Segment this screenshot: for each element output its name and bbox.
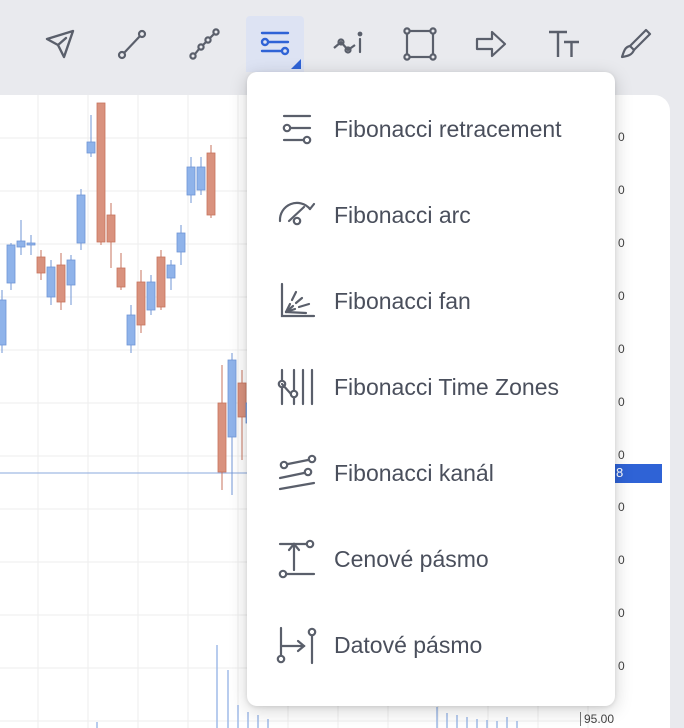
- candle-body: [156, 256, 166, 308]
- candle-body: [217, 402, 227, 473]
- menu-item-fibonacci-channel[interactable]: Fibonacci kanál: [247, 430, 615, 516]
- fibonacci-channel-icon: [278, 454, 317, 491]
- candle-body: [46, 266, 56, 298]
- menu-item-label: Cenové pásmo: [334, 545, 489, 572]
- price-range-icon: [278, 539, 316, 579]
- candle-body: [136, 281, 146, 326]
- candle-body: [0, 299, 7, 346]
- candle-body: [227, 359, 237, 438]
- fibonacci-arc-icon: [278, 201, 316, 226]
- price-axis-label: 0: [618, 553, 625, 567]
- fibonacci-tools-button[interactable]: [246, 16, 304, 72]
- fibonacci-time-zones-icon: [277, 368, 314, 406]
- text-icon: [549, 30, 579, 57]
- trend-line-tool-button[interactable]: [103, 16, 161, 72]
- menu-item-fibonacci-arc[interactable]: Fibonacci arc: [247, 172, 615, 258]
- candle-body: [56, 264, 66, 303]
- candle-body: [237, 382, 247, 418]
- candle-body: [126, 314, 136, 346]
- candle-body: [146, 281, 156, 311]
- menu-item-fibonacci-retracement[interactable]: Fibonacci retracement: [247, 86, 615, 172]
- candle-body: [176, 232, 186, 253]
- projection-tool-button[interactable]: [319, 16, 377, 72]
- current-price-tag: 8: [612, 464, 662, 483]
- fibonacci-retracement-icon: [282, 114, 312, 145]
- cursor-arrow-icon: [45, 29, 75, 59]
- price-axis-label: 0: [618, 395, 625, 409]
- projection-info-icon: [333, 31, 363, 54]
- menu-item-label: Fibonacci retracement: [334, 115, 562, 142]
- rectangle-icon: [403, 27, 437, 61]
- candle-body: [6, 244, 16, 284]
- price-axis-label: 0: [618, 183, 625, 197]
- fibonacci-fan-icon: [280, 282, 316, 318]
- candle-body: [76, 194, 86, 244]
- price-axis-label: 0: [618, 500, 625, 514]
- price-axis-label: 0: [618, 342, 625, 356]
- price-axis-label: 0: [618, 448, 625, 462]
- candle-body: [186, 166, 196, 196]
- candle-body: [36, 256, 46, 274]
- menu-item-label: Fibonacci arc: [334, 201, 471, 228]
- price-axis-label: 0: [618, 130, 625, 144]
- candle-body: [86, 141, 96, 154]
- multi-line-tool-button[interactable]: [175, 16, 233, 72]
- rectangle-tool-button[interactable]: [391, 16, 449, 72]
- arrow-tool-button[interactable]: [462, 16, 520, 72]
- candle-body: [26, 242, 36, 246]
- price-axis-label: 0: [618, 659, 625, 673]
- trend-line-icon: [117, 29, 147, 60]
- menu-item-fibonacci-time-zones[interactable]: Fibonacci Time Zones: [247, 344, 615, 430]
- brush-tool-button[interactable]: [606, 16, 664, 72]
- candle-body: [116, 267, 126, 288]
- price-axis-label: 0: [618, 236, 625, 250]
- candle-body: [166, 264, 176, 279]
- candle-body: [96, 102, 106, 243]
- bottom-axis-label: 95.00: [580, 712, 614, 726]
- date-range-icon: [276, 626, 317, 665]
- cursor-tool-button[interactable]: [31, 16, 89, 72]
- candle-body: [16, 240, 26, 248]
- fibonacci-tools-menu: Fibonacci retracement Fibonacci arc Fibo…: [247, 72, 615, 706]
- menu-item-label: Datové pásmo: [334, 631, 483, 658]
- text-tool-button[interactable]: [535, 16, 593, 72]
- menu-item-date-range[interactable]: Datové pásmo: [247, 602, 615, 688]
- candle-body: [196, 166, 206, 191]
- candle-body: [206, 152, 216, 216]
- menu-item-fibonacci-fan[interactable]: Fibonacci fan: [247, 258, 615, 344]
- arrow-icon: [475, 30, 507, 58]
- menu-item-label: Fibonacci Time Zones: [334, 373, 559, 400]
- multi-point-line-icon: [189, 28, 220, 60]
- price-axis-label: 0: [618, 289, 625, 303]
- menu-item-label: Fibonacci kanál: [334, 459, 494, 486]
- candle-body: [106, 214, 116, 243]
- price-axis-label: 0: [618, 606, 625, 620]
- menu-item-price-range[interactable]: Cenové pásmo: [247, 516, 615, 602]
- fibonacci-tools-icon: [260, 31, 290, 56]
- menu-item-label: Fibonacci fan: [334, 287, 471, 314]
- brush-icon: [620, 28, 652, 59]
- candle-body: [66, 259, 76, 286]
